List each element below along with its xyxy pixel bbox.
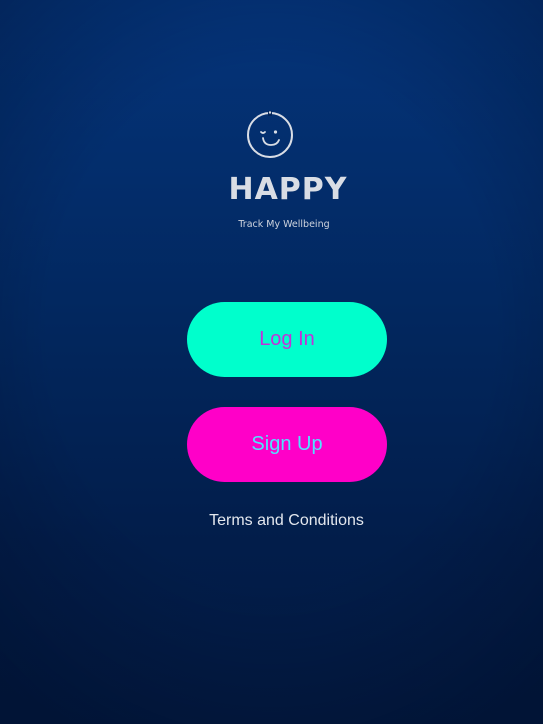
login-button[interactable]: Log In [187,302,387,377]
winking-face-icon [246,111,293,158]
signup-button[interactable]: Sign Up [187,407,387,482]
app-logo [0,108,543,160]
welcome-screen: HAPPY Track My Wellbeing Log In Sign Up … [0,0,543,724]
app-name: HAPPY [228,172,348,207]
terms-and-conditions-link[interactable]: Terms and Conditions [0,512,543,530]
app-tagline: Track My Wellbeing [238,219,330,230]
